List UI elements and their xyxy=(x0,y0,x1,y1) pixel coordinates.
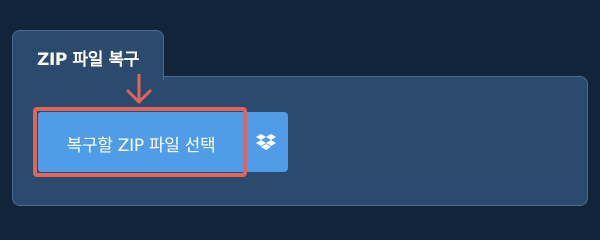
select-zip-file-label: 복구할 ZIP 파일 선택 xyxy=(66,136,216,156)
restore-tab-label: ZIP 파일 복구 xyxy=(37,50,139,70)
restore-tab[interactable]: ZIP 파일 복구 xyxy=(12,30,164,80)
arrow-down-icon xyxy=(126,74,152,104)
dropbox-button[interactable] xyxy=(244,112,288,172)
dropbox-icon xyxy=(256,134,276,150)
stage: ZIP 파일 복구 복구할 ZIP 파일 선택 xyxy=(0,0,600,230)
select-zip-file-button[interactable]: 복구할 ZIP 파일 선택 xyxy=(38,112,244,172)
